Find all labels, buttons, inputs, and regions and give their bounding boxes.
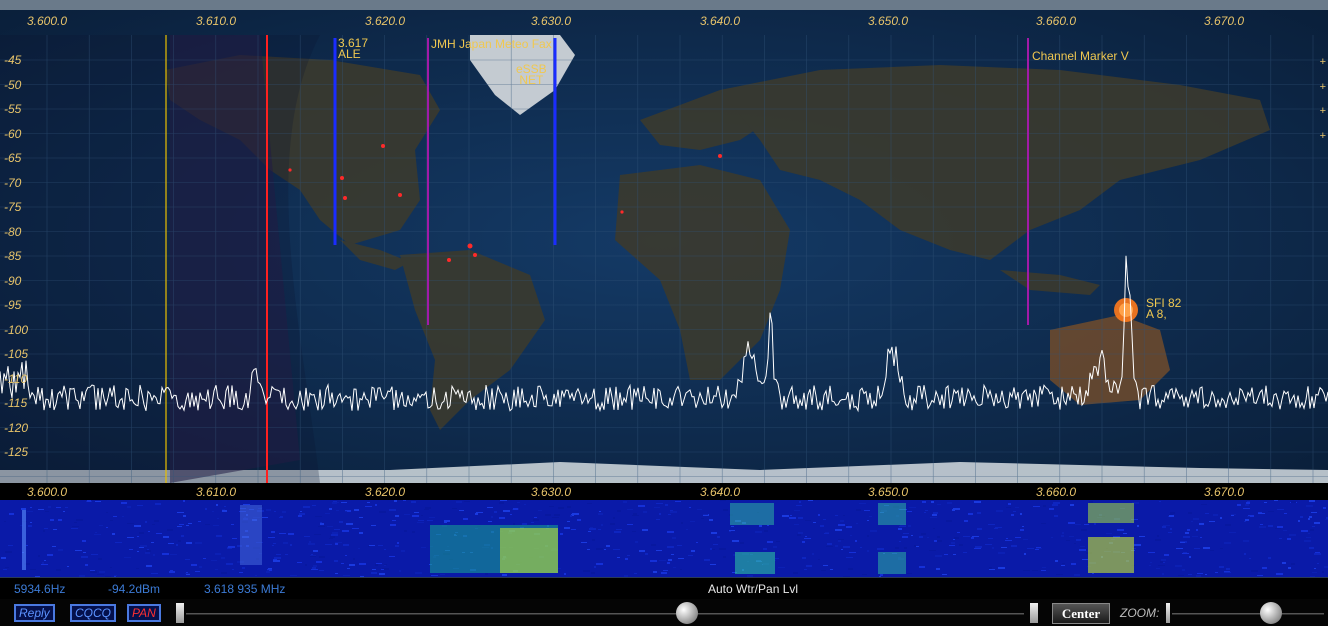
level-slider-right-cap: [1030, 603, 1038, 623]
wf-freq-label: 3.650.0: [867, 485, 909, 499]
freq-label: 3.640.0: [699, 14, 741, 28]
db-label: -60: [4, 126, 22, 141]
freq-label: 3.610.0: [195, 14, 237, 28]
frequency-readout: 3.618 935 MHz: [204, 582, 286, 596]
freq-label: 3.620.0: [364, 14, 406, 28]
db-label: -65: [4, 151, 22, 165]
waterfall-display[interactable]: [0, 500, 1328, 577]
marker-essb-line2: NET: [519, 73, 544, 87]
marker-ale-name: ALE: [338, 47, 361, 61]
status-bar: 5934.6Hz -94.2dBm 3.618 935 MHz Auto Wtr…: [0, 577, 1328, 599]
db-label: -125: [4, 445, 29, 459]
db-label: -90: [4, 273, 22, 288]
wf-freq-label: 3.660.0: [1035, 485, 1077, 499]
marker-essb-label[interactable]: eSSB NET: [516, 63, 547, 87]
offset-readout: 5934.6Hz: [14, 582, 66, 596]
freq-label: 3.670.0: [1203, 14, 1245, 28]
db-label: -120: [4, 420, 29, 435]
level-slider-track[interactable]: [186, 613, 1024, 615]
freq-label: 3.630.0: [530, 14, 572, 28]
solar-a-index: A 8,: [1146, 307, 1167, 321]
wf-freq-label: 3.610.0: [195, 485, 237, 499]
right-plus-label: +: [1319, 129, 1326, 142]
cqcq-button[interactable]: CQCQ: [70, 604, 116, 622]
db-label: -115: [4, 396, 28, 410]
freq-label: 3.600.0: [26, 14, 68, 28]
top-edge-strip: [0, 0, 1328, 10]
wf-freq-label: 3.600.0: [26, 485, 68, 499]
db-label: -45: [4, 53, 22, 67]
wf-freq-label: 3.630.0: [530, 485, 572, 499]
wf-freq-label: 3.670.0: [1203, 485, 1245, 499]
zoom-slider-thumb[interactable]: [1260, 602, 1282, 624]
db-label: -70: [4, 175, 22, 190]
control-bar: Reply CQCQ PAN Center ZOOM:: [0, 599, 1328, 626]
level-readout: -94.2dBm: [108, 582, 161, 596]
right-plus-label: +: [1319, 105, 1326, 117]
right-plus-label: +: [1319, 80, 1326, 93]
panadapter-display[interactable]: 3.600.0 3.610.0 3.620.0 3.630.0 3.640.0 3.650…: [0, 0, 1328, 483]
wf-freq-label: 3.640.0: [699, 485, 741, 499]
db-label: -95: [4, 298, 22, 312]
zoom-label: ZOOM:: [1120, 606, 1160, 620]
db-label: -80: [4, 224, 22, 239]
db-label: -75: [4, 200, 22, 214]
db-label: -50: [4, 77, 22, 92]
frequency-scale-waterfall: 3.600.0 3.610.0 3.620.0 3.630.0 3.640.0 3.650…: [0, 483, 1328, 500]
db-label: -110: [4, 371, 28, 386]
marker-channel-label[interactable]: Channel Marker V: [1032, 50, 1129, 62]
freq-label: 3.660.0: [1035, 14, 1077, 28]
db-label: -100: [4, 322, 29, 337]
waterfall-canvas[interactable]: [0, 500, 1328, 577]
zoom-slider-left-cap: [1166, 603, 1170, 623]
level-slider-thumb[interactable]: [676, 602, 698, 624]
freq-label: 3.650.0: [867, 14, 909, 28]
solar-info: SFI 82 A 8,: [1146, 297, 1181, 321]
level-slider-left-cap: [176, 603, 184, 623]
auto-level-label: Auto Wtr/Pan Lvl: [708, 582, 799, 596]
spectrum-canvas[interactable]: [0, 0, 1328, 483]
pan-button[interactable]: PAN: [127, 604, 161, 622]
zoom-slider-track[interactable]: [1172, 613, 1324, 615]
db-label: -85: [4, 249, 22, 263]
marker-ale-label[interactable]: 3.617 ALE: [338, 37, 368, 61]
db-label: -55: [4, 102, 22, 116]
db-label: -105: [4, 347, 29, 361]
reply-button[interactable]: Reply: [14, 604, 55, 622]
night-region: [0, 35, 320, 483]
marker-jmh-label[interactable]: JMH Japan Meteo Fax: [431, 38, 552, 50]
right-plus-label: +: [1319, 56, 1326, 68]
wf-freq-label: 3.620.0: [364, 485, 406, 499]
center-button[interactable]: Center: [1052, 603, 1110, 624]
